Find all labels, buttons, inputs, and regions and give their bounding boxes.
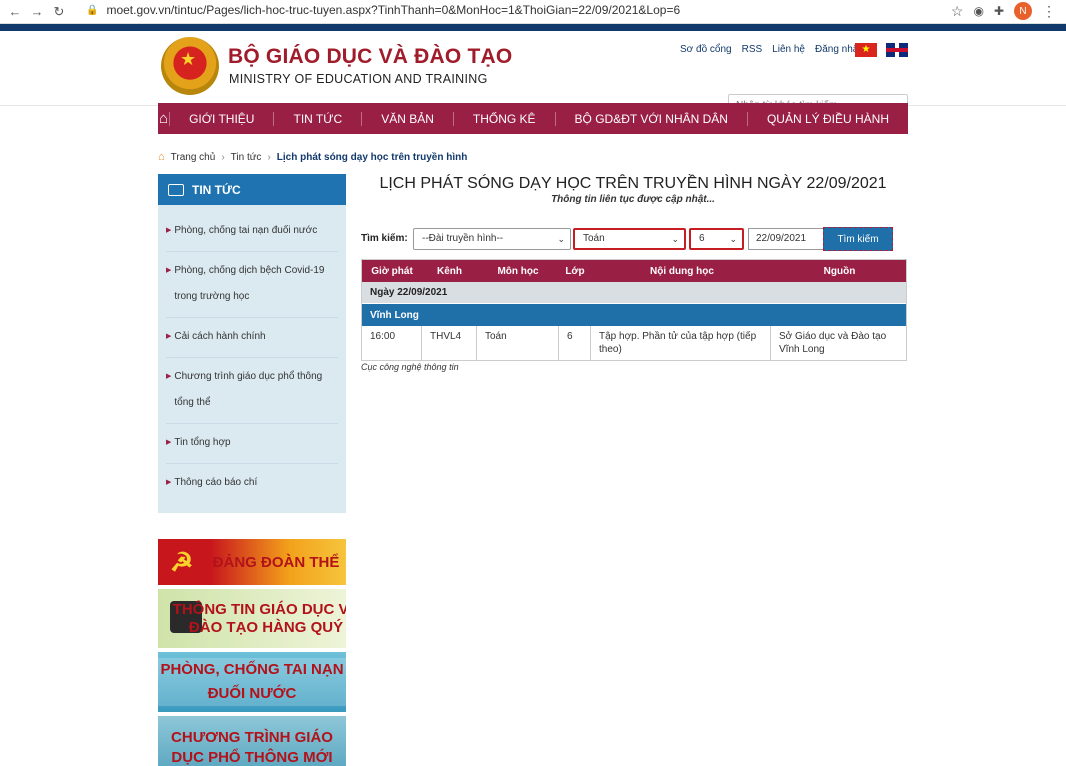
menu-dots-icon[interactable]: ⋮: [1042, 3, 1056, 20]
page-title: LỊCH PHÁT SÓNG DẠY HỌC TRÊN TRUYỀN HÌNH …: [379, 175, 887, 192]
breadcrumb-home[interactable]: Trang chủ: [171, 152, 216, 163]
search-button[interactable]: Tìm kiếm: [823, 227, 893, 251]
browser-toolbar: ← → ↻ 🔒 moet.gov.vn/tintuc/Pages/lich-ho…: [0, 0, 1066, 24]
site-subtitle: MINISTRY OF EDUCATION AND TRAINING: [229, 72, 488, 86]
home-icon[interactable]: ⌂: [158, 110, 169, 127]
national-emblem-icon[interactable]: [161, 37, 219, 95]
sidebar-list: ▶ Phòng, chống tai nạn đuối nước ▶ Phòng, …: [158, 205, 346, 513]
cell-time: 16:00: [362, 326, 422, 360]
back-icon[interactable]: ←: [4, 1, 26, 23]
table-row: 16:00 THVL4 Toán 6 Tập hợp. Phần tử của …: [362, 326, 906, 360]
breadcrumb: ⌂ Trang chủ › Tin tức › Lịch phát sóng d…: [158, 151, 467, 163]
page-subtitle: Thông tin liên tục được cập nhật...: [551, 194, 715, 205]
site-title[interactable]: BỘ GIÁO DỤC VÀ ĐÀO TẠO: [228, 45, 512, 69]
cell-source: Sở Giáo dục và Đào tạo Vĩnh Long: [779, 331, 887, 355]
header-subject: Môn học: [497, 265, 539, 277]
breadcrumb-current: Lịch phát sóng dạy học trên truyền hình: [276, 151, 468, 163]
sidebar-item-covid[interactable]: ▶ Phòng, chống dịch bệch Covid-19 trong t…: [166, 252, 338, 318]
bullet-icon: ▶: [166, 373, 172, 380]
top-strip: [0, 24, 1066, 31]
date-field[interactable]: 22/09/2021: [748, 228, 824, 250]
sidebar-item-curriculum[interactable]: ▶ Chương trình giáo dục phổ thông tổng th…: [166, 358, 338, 424]
main-navigation: ⌂ GIỚI THIỆU TIN TỨC VĂN BẢN THỐNG KÊ BỘ…: [158, 103, 908, 134]
nav-item-citizens[interactable]: BỘ GD&ĐT VỚI NHÂN DÂN: [554, 111, 747, 126]
link-contact[interactable]: Liên hệ: [772, 44, 805, 55]
date-group-row: Ngày 22/09/2021: [362, 282, 906, 304]
chevron-right-icon: ›: [267, 151, 271, 163]
nav-item-statistics[interactable]: THỐNG KÊ: [452, 111, 555, 126]
footer-note: Cục công nghệ thông tin: [361, 362, 459, 372]
bullet-icon: ▶: [166, 479, 172, 486]
header-channel: Kênh: [437, 265, 462, 277]
link-sitemap[interactable]: Sơ đồ cổng: [680, 44, 732, 55]
subject-select[interactable]: Toán ⌄: [573, 228, 686, 250]
header-time: Giờ phát: [371, 265, 413, 277]
banner-new-curriculum[interactable]: CHƯƠNG TRÌNH GIÁO DỤC PHỔ THÔNG MỚI: [158, 716, 346, 766]
sidebar: TIN TỨC ▶ Phòng, chống tai nạn đuối nước …: [158, 174, 346, 766]
extension-icon[interactable]: ◉: [973, 4, 983, 18]
nav-item-about[interactable]: GIỚI THIỆU: [169, 111, 273, 126]
chevron-right-icon: ›: [221, 151, 225, 163]
link-rss[interactable]: RSS: [742, 44, 763, 55]
cell-channel: THVL4: [422, 326, 477, 360]
chevron-down-icon: ⌄: [729, 234, 737, 244]
address-bar[interactable]: 🔒 moet.gov.vn/tintuc/Pages/lich-hoc-truc…: [86, 3, 680, 17]
bullet-icon: ▶: [166, 439, 172, 446]
hammer-sickle-icon: ☭: [170, 547, 194, 577]
vietnamese-flag-icon[interactable]: ★: [855, 43, 877, 57]
header-content: Nội dung học: [650, 265, 714, 277]
news-icon: [168, 183, 184, 196]
nav-item-management[interactable]: QUẢN LÝ ĐIỀU HÀNH: [746, 111, 908, 126]
sidebar-item-admin-reform[interactable]: ▶ Cải cách hành chính: [166, 318, 338, 358]
chevron-down-icon: ⌄: [671, 234, 679, 244]
station-select[interactable]: --Đài truyền hình-- ⌄: [413, 228, 571, 250]
nav-item-news[interactable]: TIN TỨC: [273, 111, 361, 126]
top-links: Sơ đồ cổng RSS Liên hệ Đăng nhập: [680, 44, 864, 55]
puzzle-icon[interactable]: ✚: [994, 4, 1004, 18]
profile-avatar[interactable]: N: [1014, 2, 1032, 20]
province-row: Vĩnh Long: [362, 304, 906, 326]
cell-grade: 6: [559, 326, 591, 360]
bullet-icon: ▶: [166, 333, 172, 340]
sidebar-item-drowning[interactable]: ▶ Phòng, chống tai nạn đuối nước: [166, 212, 338, 252]
forward-icon[interactable]: →: [26, 1, 48, 23]
site-header: BỘ GIÁO DỤC VÀ ĐÀO TẠO MINISTRY OF EDUCA…: [0, 31, 1066, 116]
table-header: Giờ phát Kênh Môn học Lớp Nội dung học N…: [362, 260, 906, 282]
english-flag-icon[interactable]: [886, 43, 908, 57]
sidebar-heading-label: TIN TỨC: [192, 182, 241, 197]
url-text: moet.gov.vn/tintuc/Pages/lich-hoc-truc-t…: [106, 3, 681, 17]
grade-select[interactable]: 6 ⌄: [689, 228, 744, 250]
banner-party[interactable]: ☭ ĐẢNG ĐOÀN THỂ: [158, 539, 346, 585]
sidebar-item-press[interactable]: ▶ Thông cáo báo chí: [166, 464, 338, 503]
nav-item-documents[interactable]: VĂN BẢN: [361, 111, 453, 126]
search-label: Tìm kiếm:: [361, 233, 408, 244]
breadcrumb-news[interactable]: Tin tức: [231, 152, 262, 163]
filter-bar: Tìm kiếm: --Đài truyền hình-- ⌄ Toán ⌄ 6…: [361, 227, 911, 252]
cell-content: Tập hợp. Phần tử của tập hợp (tiếp theo): [591, 326, 771, 360]
cell-subject: Toán: [477, 326, 559, 360]
schedule-table: Giờ phát Kênh Môn học Lớp Nội dung học N…: [361, 259, 907, 361]
bullet-icon: ▶: [166, 267, 172, 274]
bookmark-star-icon[interactable]: ☆: [951, 3, 964, 20]
banner-drowning-prevention[interactable]: PHÒNG, CHỐNG TAI NẠN ĐUỐI NƯỚC: [158, 652, 346, 712]
home-icon: ⌂: [158, 151, 165, 163]
reload-icon[interactable]: ↻: [48, 1, 70, 23]
header-source: Nguồn: [823, 265, 856, 277]
bullet-icon: ▶: [166, 227, 172, 234]
header-grade: Lớp: [565, 265, 585, 277]
lock-icon: 🔒: [86, 4, 99, 16]
chevron-down-icon: ⌄: [557, 234, 565, 244]
sidebar-heading: TIN TỨC: [158, 174, 346, 205]
banner-education-quarterly[interactable]: THÔNG TIN GIÁO DỤC VÀ ĐÀO TẠO HÀNG QUÝ: [158, 589, 346, 648]
sidebar-item-summary[interactable]: ▶ Tin tổng hợp: [166, 424, 338, 464]
